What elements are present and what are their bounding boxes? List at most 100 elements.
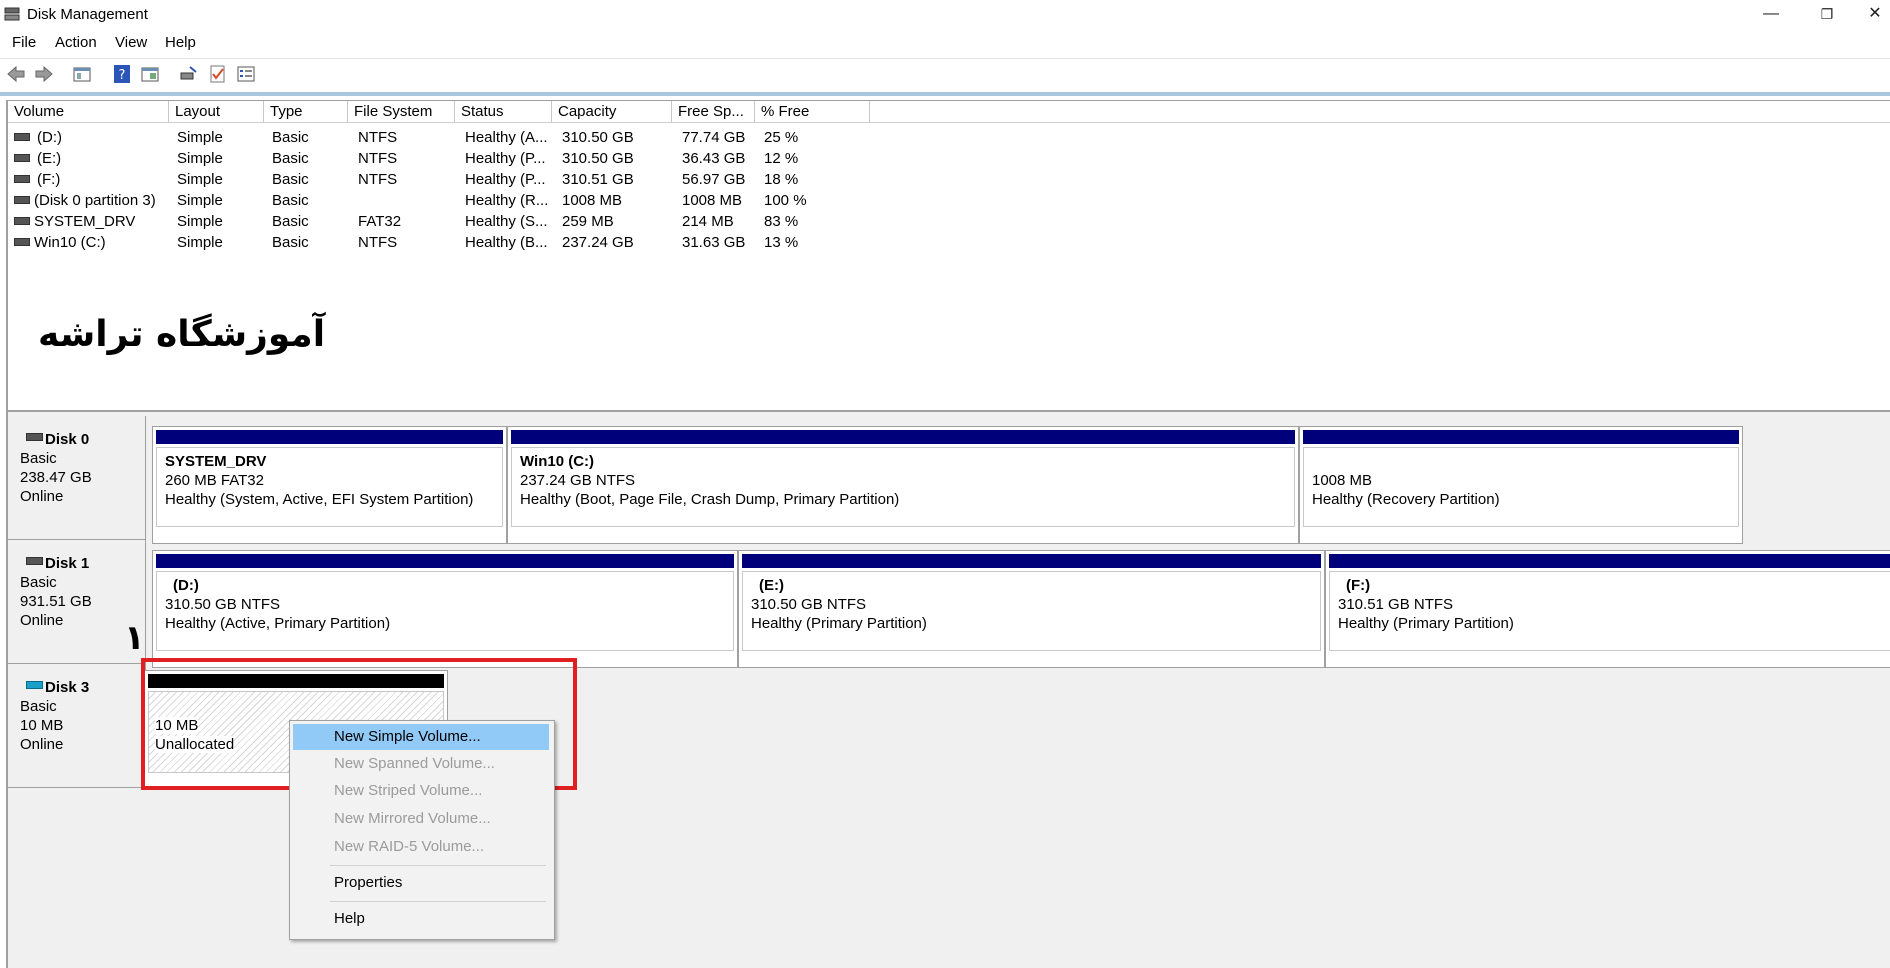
context-menu: New Simple Volume... New Spanned Volume.… xyxy=(289,720,555,940)
drive-icon xyxy=(14,133,30,141)
column-header-file-system[interactable]: File System xyxy=(348,101,455,123)
forward-icon[interactable] xyxy=(34,64,54,84)
column-header-volume[interactable]: Volume xyxy=(8,101,169,123)
list-icon[interactable] xyxy=(236,64,256,84)
disk-0-partitions: SYSTEM_DRV 260 MB FAT32 Healthy (System,… xyxy=(146,426,1746,546)
column-header-capacity[interactable]: Capacity xyxy=(552,101,672,123)
table-row[interactable]: (E:) Simple Basic NTFS Healthy (P... 310… xyxy=(8,148,908,169)
disk-0-info[interactable]: Disk 0 Basic 238.47 GB Online xyxy=(8,416,146,540)
help-icon[interactable]: ? xyxy=(112,64,132,84)
cell-capacity: 237.24 GB xyxy=(562,234,634,251)
partition-recovery[interactable]: 1008 MB Healthy (Recovery Partition) xyxy=(1299,426,1743,544)
disk-status: Online xyxy=(20,488,64,505)
table-row[interactable]: Win10 (C:) Simple Basic NTFS Healthy (B.… xyxy=(8,232,908,253)
disk-status: Online xyxy=(20,736,64,753)
drive-icon xyxy=(14,217,30,225)
partition-win10-c[interactable]: Win10 (C:) 237.24 GB NTFS Healthy (Boot,… xyxy=(507,426,1299,544)
cell-capacity: 259 MB xyxy=(562,213,614,230)
cell-percent-free: 83 % xyxy=(764,213,799,230)
partition-name: SYSTEM_DRV xyxy=(165,453,267,470)
title-bar: Disk Management — ❐ ✕ xyxy=(0,0,1890,30)
column-header-percent-free[interactable]: % Free xyxy=(755,101,870,123)
cell-layout: Simple xyxy=(177,234,223,251)
menu-file[interactable]: File xyxy=(12,34,36,51)
partition-bar xyxy=(1303,430,1739,444)
cell-file-system: NTFS xyxy=(358,129,398,146)
disk-1-partitions: (D:) 310.50 GB NTFS Healthy (Active, Pri… xyxy=(146,550,1890,670)
volume-list[interactable]: Volume Layout Type File System Status Ca… xyxy=(6,100,1890,411)
drive-icon xyxy=(14,238,30,246)
drive-icon xyxy=(14,175,30,183)
drive-icon xyxy=(14,196,30,204)
partition-status: Healthy (System, Active, EFI System Part… xyxy=(165,491,474,508)
menu-item-properties[interactable]: Properties xyxy=(293,870,549,896)
cell-type: Basic xyxy=(272,213,309,230)
cell-percent-free: 25 % xyxy=(764,129,799,146)
partition-d[interactable]: (D:) 310.50 GB NTFS Healthy (Active, Pri… xyxy=(152,550,738,668)
column-header-filler xyxy=(870,101,1890,123)
partition-name: (F:) xyxy=(1346,577,1371,594)
removable-disk-icon xyxy=(26,681,43,689)
table-row[interactable]: (Disk 0 partition 3) Simple Basic Health… xyxy=(8,190,908,211)
menu-item-new-spanned-volume[interactable]: New Spanned Volume... xyxy=(293,751,549,777)
disk-type: Basic xyxy=(20,698,57,715)
step-marker: ۱ xyxy=(124,618,145,658)
back-icon[interactable] xyxy=(6,64,26,84)
menu-item-help[interactable]: Help xyxy=(293,906,549,932)
menu-item-new-mirrored-volume[interactable]: New Mirrored Volume... xyxy=(293,806,549,832)
column-header-layout[interactable]: Layout xyxy=(169,101,264,123)
cell-volume: (F:) xyxy=(37,171,61,188)
rescan-icon[interactable] xyxy=(178,64,198,84)
cell-capacity: 310.50 GB xyxy=(562,150,634,167)
menu-item-new-raid5-volume[interactable]: New RAID-5 Volume... xyxy=(293,834,549,860)
disk-icon xyxy=(26,433,43,441)
column-header-free-space[interactable]: Free Sp... xyxy=(672,101,755,123)
partition-f[interactable]: (F:) 310.51 GB NTFS Healthy (Primary Par… xyxy=(1325,550,1890,668)
cell-type: Basic xyxy=(272,129,309,146)
partition-size: 1008 MB xyxy=(1312,472,1373,489)
cell-file-system: NTFS xyxy=(358,234,398,251)
partition-bar xyxy=(742,554,1321,568)
disk-3-info[interactable]: Disk 3 Basic 10 MB Online xyxy=(8,664,146,788)
close-button[interactable]: ✕ xyxy=(1852,0,1890,30)
cell-volume: (Disk 0 partition 3) xyxy=(34,192,156,209)
disk-type: Basic xyxy=(20,450,57,467)
menu-bar: File Action View Help xyxy=(0,30,1890,56)
cell-percent-free: 12 % xyxy=(764,150,799,167)
cell-layout: Simple xyxy=(177,213,223,230)
disk-0-name: Disk 0 xyxy=(20,430,145,449)
minimize-button[interactable]: — xyxy=(1748,0,1794,30)
partition-status: Healthy (Boot, Page File, Crash Dump, Pr… xyxy=(520,491,900,508)
table-row[interactable]: (D:) Simple Basic NTFS Healthy (A... 310… xyxy=(8,127,908,148)
disk-size: 931.51 GB xyxy=(20,593,92,610)
partition-e[interactable]: (E:) 310.50 GB NTFS Healthy (Primary Par… xyxy=(738,550,1325,668)
restore-button[interactable]: ❐ xyxy=(1804,0,1850,30)
menu-item-new-striped-volume[interactable]: New Striped Volume... xyxy=(293,778,549,804)
disk-size: 10 MB xyxy=(20,717,64,734)
cell-percent-free: 13 % xyxy=(764,234,799,251)
menu-view[interactable]: View xyxy=(115,34,147,51)
menu-separator xyxy=(330,865,546,866)
cell-file-system: FAT32 xyxy=(358,213,402,230)
properties-icon[interactable] xyxy=(140,64,160,84)
menu-help[interactable]: Help xyxy=(165,34,196,51)
partition-status: Healthy (Active, Primary Partition) xyxy=(165,615,391,632)
partition-status: Healthy (Primary Partition) xyxy=(751,615,927,632)
menu-item-new-simple-volume[interactable]: New Simple Volume... xyxy=(293,724,549,750)
cell-status: Healthy (P... xyxy=(465,171,546,188)
menu-action[interactable]: Action xyxy=(55,34,97,51)
table-row[interactable]: SYSTEM_DRV Simple Basic FAT32 Healthy (S… xyxy=(8,211,908,232)
column-header-type[interactable]: Type xyxy=(264,101,348,123)
console-tree-icon[interactable] xyxy=(72,64,92,84)
check-icon[interactable] xyxy=(208,64,228,84)
drive-icon xyxy=(14,154,30,162)
partition-system-drv[interactable]: SYSTEM_DRV 260 MB FAT32 Healthy (System,… xyxy=(152,426,507,544)
cell-type: Basic xyxy=(272,171,309,188)
cell-layout: Simple xyxy=(177,192,223,209)
svg-text:?: ? xyxy=(119,68,126,83)
cell-free-space: 1008 MB xyxy=(682,192,743,209)
cell-volume: (D:) xyxy=(37,129,62,146)
cell-type: Basic xyxy=(272,192,309,209)
table-row[interactable]: (F:) Simple Basic NTFS Healthy (P... 310… xyxy=(8,169,908,190)
column-header-status[interactable]: Status xyxy=(455,101,552,123)
